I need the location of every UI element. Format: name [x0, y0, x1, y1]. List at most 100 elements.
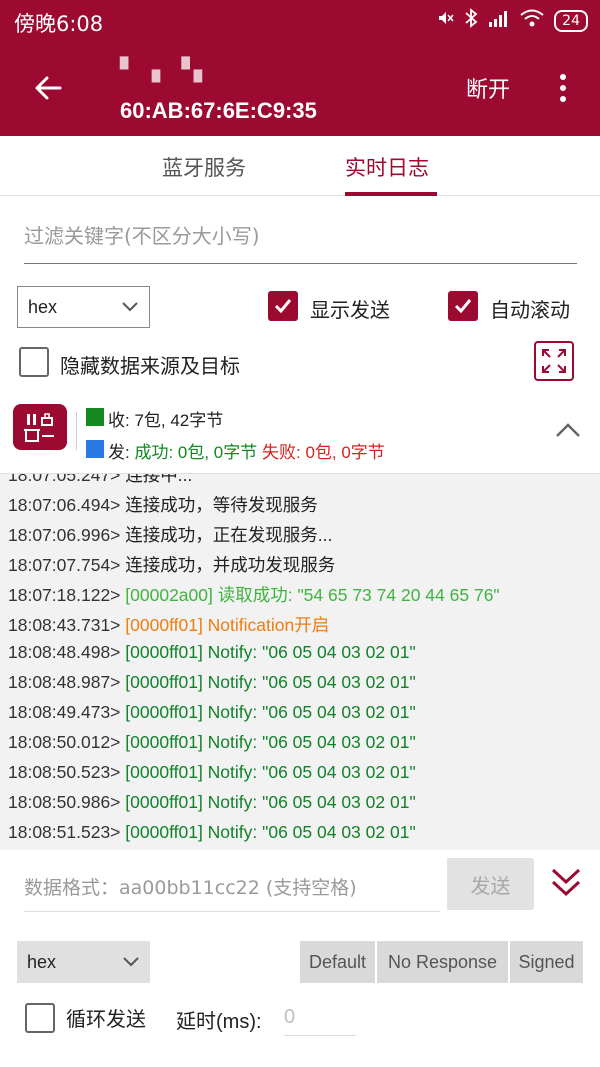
delay-input[interactable]: [284, 1000, 356, 1034]
log-message: 连接成功，等待发现服务: [125, 495, 318, 515]
expand-icon: [542, 349, 566, 373]
status-icons: 24: [436, 8, 588, 33]
log-line: 18:08:43.731> [0000ff01] Notification开启: [8, 612, 329, 637]
log-time: 18:08:48.498>: [8, 642, 121, 662]
send-data-field: [24, 868, 440, 912]
wifi-icon: [520, 9, 544, 32]
disconnect-button[interactable]: 断开: [466, 72, 510, 104]
loop-send-label: 循环发送: [66, 1007, 146, 1031]
log-message: [0000ff01] Notify: "06 05 04 03 02 01": [125, 672, 416, 692]
tab-realtime-log[interactable]: 实时日志: [345, 152, 429, 182]
log-time: 18:07:06.494>: [8, 495, 121, 515]
log-message: [0000ff01] Notify: "06 05 04 03 02 01": [125, 702, 416, 722]
log-format-select[interactable]: hex: [17, 286, 150, 328]
log-message: [0000ff01] Notify: "06 05 04 03 02 01": [125, 792, 416, 812]
back-button[interactable]: [24, 64, 72, 112]
log-time: 18:08:43.731>: [8, 615, 121, 635]
chevron-down-icon: [123, 957, 139, 967]
tx-stats-prefix: 发:: [108, 443, 135, 462]
filter-input[interactable]: [24, 214, 577, 258]
log-time: 18:08:48.987>: [8, 672, 121, 692]
log-line: 18:07:05.247> 连接中...: [8, 474, 192, 487]
auto-scroll-checkbox[interactable]: [448, 291, 478, 321]
chevron-up-icon[interactable]: [554, 420, 582, 440]
write-type-no-response-button[interactable]: No Response: [377, 941, 508, 983]
device-name: ▘ ▖▝▖: [120, 58, 215, 83]
show-send-checkbox[interactable]: [268, 291, 298, 321]
hide-source-checkbox[interactable]: [19, 347, 49, 377]
check-icon: [454, 299, 472, 314]
tx-fail-stats: 失败: 0包, 0字节: [262, 443, 385, 462]
hide-source-label: 隐藏数据来源及目标: [60, 354, 240, 378]
log-list[interactable]: 18:07:05.247> 连接中... 18:07:06.494> 连接成功，…: [0, 474, 600, 850]
filter-field: [24, 214, 577, 264]
rx-color-swatch: [86, 408, 104, 426]
log-message: [0000ff01] Notify: "06 05 04 03 02 01": [125, 762, 416, 782]
loop-send-checkbox[interactable]: [25, 1003, 55, 1033]
log-time: 18:08:50.523>: [8, 762, 121, 782]
fullscreen-button[interactable]: [534, 341, 574, 381]
log-time: 18:07:18.122>: [8, 585, 121, 605]
log-line: 18:08:50.986> [0000ff01] Notify: "06 05 …: [8, 792, 416, 813]
send-panel: 发送: [0, 850, 600, 930]
log-line: 18:08:49.473> [0000ff01] Notify: "06 05 …: [8, 702, 416, 723]
device-address: 60:AB:67:6E:C9:35: [120, 98, 317, 123]
log-line: 18:07:18.122> [00002a00] 读取成功: "54 65 73…: [8, 582, 500, 607]
double-chevron-down-icon[interactable]: [548, 862, 584, 902]
log-line: 18:08:48.498> [0000ff01] Notify: "06 05 …: [8, 642, 416, 663]
log-message: [0000ff01] Notify: "06 05 04 03 02 01": [125, 642, 416, 662]
tx-success-stats: 成功: 0包, 0字节: [134, 443, 258, 462]
send-button[interactable]: 发送: [447, 858, 534, 910]
send-format-value: hex: [27, 951, 57, 972]
active-tab-indicator: [345, 192, 437, 196]
send-format-select[interactable]: hex: [17, 941, 150, 983]
log-line: 18:08:51.523> [0000ff01] Notify: "06 05 …: [8, 822, 416, 843]
log-message: 连接中...: [125, 474, 193, 485]
log-time: 18:08:51.523>: [8, 822, 121, 842]
log-time: 18:08:50.986>: [8, 792, 121, 812]
tab-bluetooth-services[interactable]: 蓝牙服务: [162, 152, 246, 182]
more-menu-icon[interactable]: [548, 68, 578, 108]
log-message: [00002a00] 读取成功: "54 65 73 74 20 44 65 7…: [125, 585, 500, 605]
delay-label: 延时(ms):: [176, 1011, 262, 1033]
log-time: 18:07:05.247>: [8, 474, 121, 485]
log-time: 18:07:07.754>: [8, 555, 121, 575]
arrow-left-icon: [35, 76, 62, 100]
write-type-signed-button[interactable]: Signed: [510, 941, 583, 983]
app-bar: ▘ ▖▝▖ 60:AB:67:6E:C9:35 断开: [0, 44, 600, 136]
stats-panel: 收: 7包, 42字节 发: 成功: 0包, 0字节 失败: 0包, 0字节: [0, 396, 600, 474]
log-message: 连接成功，正在发现服务...: [125, 525, 333, 545]
battery-icon: 24: [554, 9, 588, 32]
log-line: 18:08:48.987> [0000ff01] Notify: "06 05 …: [8, 672, 416, 693]
rx-stats: 收: 7包, 42字节: [108, 411, 224, 430]
log-message: [0000ff01] Notify: "06 05 04 03 02 01": [125, 732, 416, 752]
log-format-value: hex: [28, 296, 58, 317]
write-type-default-button[interactable]: Default: [300, 941, 375, 983]
log-line: 18:07:06.494> 连接成功，等待发现服务: [8, 492, 318, 517]
log-line: 18:07:06.996> 连接成功，正在发现服务...: [8, 522, 332, 547]
log-message: 连接成功，并成功发现服务: [125, 555, 336, 575]
log-time: 18:07:06.996>: [8, 525, 121, 545]
signal-icon: [488, 9, 510, 32]
tx-stats: 发: 成功: 0包, 0字节 失败: 0包, 0字节: [108, 438, 385, 463]
mute-icon: [436, 9, 454, 32]
show-send-label: 显示发送: [310, 298, 390, 322]
bluetooth-icon: [464, 8, 478, 33]
log-time: 18:08:50.012>: [8, 732, 121, 752]
pause-clear-icon: [24, 413, 54, 442]
log-message: [0000ff01] Notify: "06 05 04 03 02 01": [125, 822, 416, 842]
tab-bar: 蓝牙服务 实时日志: [0, 136, 600, 196]
log-line: 18:07:07.754> 连接成功，并成功发现服务: [8, 552, 335, 577]
status-time: 傍晚6:08: [14, 12, 104, 36]
divider: [76, 412, 77, 450]
chevron-down-icon: [122, 302, 138, 312]
log-line: 18:08:50.012> [0000ff01] Notify: "06 05 …: [8, 732, 416, 753]
send-data-input[interactable]: [24, 868, 440, 908]
status-bar: 傍晚6:08 24: [0, 0, 600, 44]
check-icon: [274, 299, 292, 314]
tx-color-swatch: [86, 440, 104, 458]
auto-scroll-label: 自动滚动: [490, 298, 570, 322]
log-time: 18:08:49.473>: [8, 702, 121, 722]
delay-field: [284, 1000, 356, 1036]
pause-clear-button[interactable]: [13, 404, 67, 450]
